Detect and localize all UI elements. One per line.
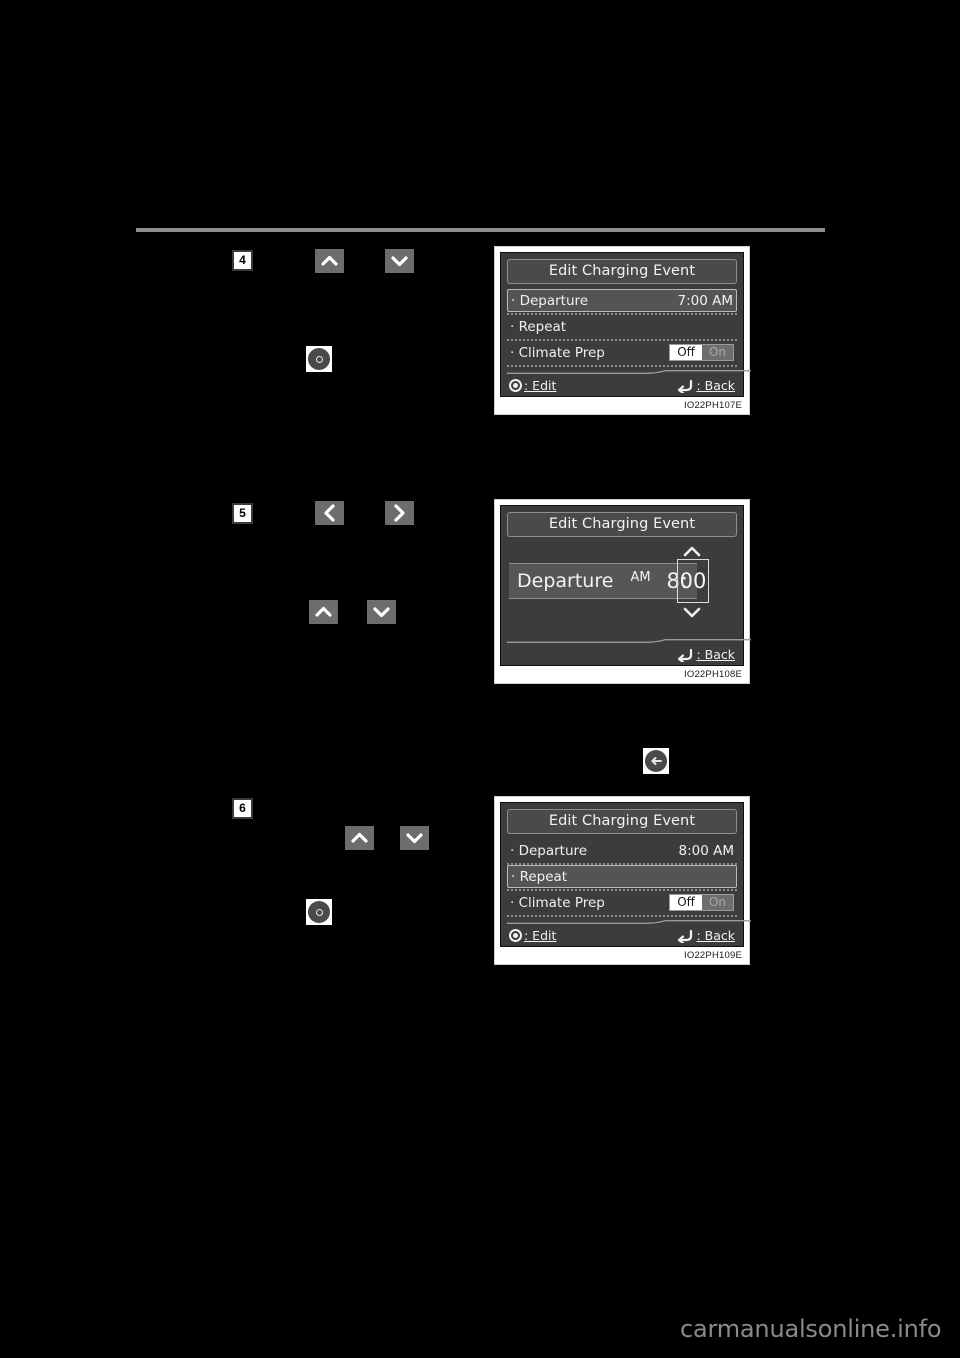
knob-dot <box>315 355 323 363</box>
knob-circle <box>308 348 330 370</box>
row-divider <box>507 914 737 917</box>
departure-time-row: Departure AM 8 : <box>509 563 697 599</box>
step-number-badge-5: 5 <box>232 503 253 524</box>
chevron-up-icon[interactable] <box>680 543 704 564</box>
row-label: · Departure <box>510 842 588 859</box>
chevron-up-icon[interactable] <box>345 826 374 850</box>
hint-back-label: : Back <box>696 378 735 393</box>
hint-edit: : Edit <box>509 378 556 393</box>
screen-hint-bar: : Edit : Back <box>507 920 751 946</box>
device-screen: Edit Charging Event Departure AM 8 : 00 <box>500 505 751 666</box>
row-label: · Climate Prep <box>510 344 605 361</box>
knob-enter-icon[interactable] <box>306 899 332 925</box>
list-item-departure[interactable]: · Departure 7:00 AM <box>507 289 737 312</box>
knob-enter-icon <box>509 929 522 942</box>
screen-hint-bar: : Back <box>507 639 751 665</box>
climate-prep-toggle[interactable]: Off On <box>669 894 734 911</box>
toggle-option-on[interactable]: On <box>701 895 733 910</box>
row-label: · Repeat <box>511 868 568 885</box>
chevron-right-icon[interactable] <box>385 501 414 525</box>
device-screen: Edit Charging Event · Departure 8:00 AM … <box>500 802 751 947</box>
step-number-badge-6: 6 <box>232 798 253 819</box>
row-label: · Climate Prep <box>510 894 605 911</box>
hint-back-label: : Back <box>696 928 735 943</box>
chevron-down-icon[interactable] <box>367 600 396 624</box>
row-label: · Repeat <box>510 318 567 335</box>
list-item-climate-prep[interactable]: · Climate Prep Off On <box>507 891 737 914</box>
back-arrow-icon <box>678 929 693 943</box>
chevron-down-icon[interactable] <box>385 249 414 273</box>
figure-caption: IO22PH108E <box>500 666 744 683</box>
hint-edit-label: : Edit <box>524 378 557 393</box>
row-value: 7:00 AM <box>677 292 734 309</box>
row-divider <box>507 364 737 367</box>
time-spinner[interactable]: Departure AM 8 : 00 <box>507 545 737 621</box>
back-arrow-icon[interactable] <box>643 748 669 774</box>
list-item-climate-prep[interactable]: · Climate Prep Off On <box>507 341 737 364</box>
toggle-option-off[interactable]: Off <box>670 895 702 910</box>
row-label: · Departure <box>511 292 589 309</box>
back-arrow-circle <box>645 750 667 772</box>
knob-enter-icon[interactable] <box>306 346 332 372</box>
chevron-up-icon[interactable] <box>309 600 338 624</box>
climate-prep-toggle[interactable]: Off On <box>669 344 734 361</box>
figure-caption: IO22PH109E <box>500 947 744 964</box>
chevron-up-icon[interactable] <box>315 249 344 273</box>
knob-circle <box>308 901 330 923</box>
hint-back: : Back <box>676 928 735 943</box>
row-value: 8:00 AM <box>678 842 735 859</box>
back-arrow-icon <box>678 379 693 393</box>
chevron-left-icon[interactable] <box>315 501 344 525</box>
list-item-repeat[interactable]: · Repeat <box>507 865 737 888</box>
list-item-repeat[interactable]: · Repeat <box>507 315 737 338</box>
device-screenshot-panel-1: Edit Charging Event · Departure 7:00 AM … <box>494 246 751 415</box>
toggle-option-on[interactable]: On <box>701 345 733 360</box>
knob-dot <box>315 908 323 916</box>
list-item-departure[interactable]: · Departure 8:00 AM <box>507 839 737 862</box>
hint-bar-divider <box>507 370 751 374</box>
spinner-minute-selected[interactable]: 00 <box>677 559 709 603</box>
hint-bar-divider <box>507 920 751 924</box>
hint-edit: : Edit <box>509 928 556 943</box>
device-screenshot-panel-3: Edit Charging Event · Departure 8:00 AM … <box>494 796 751 965</box>
hint-edit-label: : Edit <box>524 928 557 943</box>
device-screen: Edit Charging Event · Departure 7:00 AM … <box>500 252 751 397</box>
knob-enter-icon <box>509 379 522 392</box>
screen-title: Edit Charging Event <box>507 512 737 537</box>
page-header-rule <box>136 228 825 232</box>
hint-bar-divider <box>507 639 751 643</box>
chevron-down-icon[interactable] <box>680 604 704 625</box>
hint-back-label: : Back <box>696 647 735 662</box>
spinner-label: Departure <box>517 570 614 592</box>
screen-title: Edit Charging Event <box>507 259 737 284</box>
device-screenshot-panel-2: Edit Charging Event Departure AM 8 : 00 <box>494 499 751 684</box>
toggle-option-off[interactable]: Off <box>670 345 702 360</box>
figure-caption: IO22PH107E <box>500 397 744 414</box>
back-arrow-icon <box>678 648 693 662</box>
hint-back: : Back <box>676 378 735 393</box>
step-number-badge-4: 4 <box>232 250 253 271</box>
site-watermark: carmanualsonline.info <box>680 1315 942 1343</box>
chevron-down-icon[interactable] <box>400 826 429 850</box>
screen-title: Edit Charging Event <box>507 809 737 834</box>
hint-back: : Back <box>676 647 735 662</box>
screen-hint-bar: : Edit : Back <box>507 370 751 396</box>
spinner-ampm: AM <box>630 570 651 585</box>
